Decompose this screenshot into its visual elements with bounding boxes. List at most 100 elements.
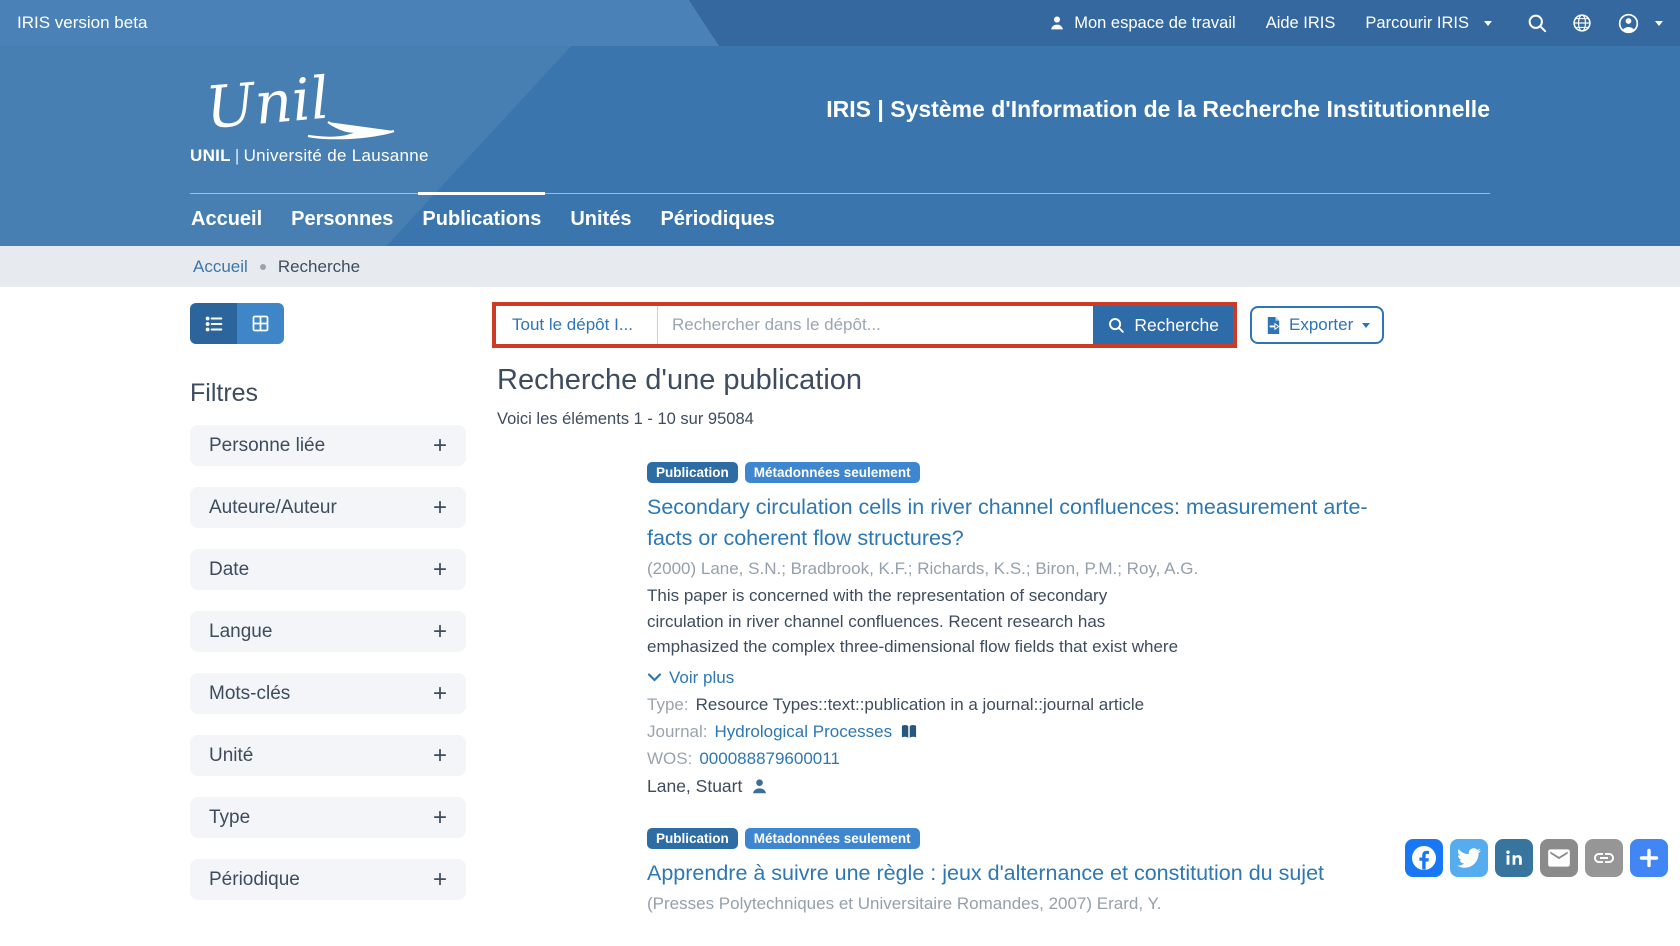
search-icon: [1526, 12, 1549, 35]
wos-field: WOS: 000088879600011: [647, 749, 1492, 769]
email-share-button[interactable]: [1540, 839, 1578, 877]
search-scope-select[interactable]: Tout le dépôt I...: [496, 306, 658, 344]
journal-link[interactable]: Hydrological Processes: [714, 722, 892, 742]
list-icon: [203, 313, 225, 335]
plus-icon: +: [433, 742, 447, 770]
copy-link-share-button[interactable]: [1585, 839, 1623, 877]
export-button[interactable]: Exporter: [1250, 306, 1384, 344]
share-bar: [1405, 839, 1668, 877]
publication-badge: Publication: [647, 462, 738, 483]
filter-type[interactable]: Type+: [190, 797, 466, 838]
plus-icon: +: [433, 494, 447, 522]
type-value: Resource Types::text::publication in a j…: [696, 695, 1145, 715]
plus-icon: [1637, 846, 1661, 870]
grid-icon: [250, 313, 271, 334]
workspace-label: Mon espace de travail: [1074, 14, 1235, 33]
site-header: Unil UNIL|Université de Lausanne IRIS | …: [0, 46, 1680, 246]
journal-field: Journal: Hydrological Processes: [647, 722, 1492, 742]
nav-unites[interactable]: Unités: [569, 208, 632, 231]
file-export-icon: [1264, 316, 1283, 335]
filter-personne-liee[interactable]: Personne liée+: [190, 425, 466, 466]
breadcrumb-current: Recherche: [278, 257, 360, 277]
nav-publications[interactable]: Publications: [421, 208, 542, 231]
result-item: Publication Métadonnées seulement Second…: [647, 462, 1492, 797]
filter-auteure-auteur[interactable]: Auteure/Auteur+: [190, 487, 466, 528]
breadcrumb-home[interactable]: Accueil: [193, 257, 248, 277]
filter-list: Personne liée+ Auteure/Auteur+ Date+ Lan…: [190, 425, 466, 900]
chevron-down-icon: [1484, 21, 1492, 26]
result-abstract: This paper is concerned with the represe…: [647, 583, 1492, 660]
plus-icon: +: [433, 432, 447, 460]
type-label: Type:: [647, 695, 689, 715]
result-badges: Publication Métadonnées seulement: [647, 828, 1492, 849]
filter-unite[interactable]: Unité+: [190, 735, 466, 776]
svg-text:Unil: Unil: [203, 64, 332, 142]
chevron-down-icon: [1655, 21, 1663, 26]
page-title: Recherche d'une publication: [497, 364, 1492, 397]
linkedin-share-button[interactable]: [1495, 839, 1533, 877]
link-icon: [1592, 846, 1616, 870]
book-icon: [899, 723, 919, 741]
nav-periodiques[interactable]: Périodiques: [659, 208, 775, 231]
iris-app: IRIS version beta Mon espace de travail …: [0, 0, 1680, 946]
wos-label: WOS:: [647, 749, 692, 769]
grid-view-button[interactable]: [237, 303, 284, 344]
list-view-button[interactable]: [190, 303, 237, 344]
browse-label: Parcourir IRIS: [1365, 14, 1469, 33]
metadata-only-badge: Métadonnées seulement: [745, 462, 920, 483]
plus-icon: +: [433, 866, 447, 894]
filter-mots-cles[interactable]: Mots-clés+: [190, 673, 466, 714]
search-input[interactable]: [658, 306, 1093, 344]
more-share-button[interactable]: [1630, 839, 1668, 877]
globe-icon: [1571, 12, 1593, 34]
facebook-icon: [1409, 843, 1439, 873]
chevron-down-icon: [1362, 323, 1370, 328]
help-link[interactable]: Aide IRIS: [1266, 14, 1336, 33]
see-more-link[interactable]: Voir plus: [647, 668, 1492, 688]
linkedin-icon: [1502, 846, 1526, 870]
search-icon: [1107, 316, 1126, 335]
account-menu[interactable]: [1617, 12, 1663, 35]
results-summary: Voici les éléments 1 - 10 sur 95084: [497, 410, 1492, 429]
result-badges: Publication Métadonnées seulement: [647, 462, 1492, 483]
wos-link[interactable]: 000088879600011: [699, 749, 840, 769]
unil-logo-script: Unil: [190, 64, 420, 150]
result-item: Publication Métadonnées seulement Appren…: [647, 828, 1492, 914]
journal-label: Journal:: [647, 722, 707, 742]
filter-langue[interactable]: Langue+: [190, 611, 466, 652]
browse-menu[interactable]: Parcourir IRIS: [1365, 14, 1492, 33]
search-toggle-button[interactable]: [1526, 12, 1549, 35]
plus-icon: +: [433, 618, 447, 646]
breadcrumb-separator: [260, 264, 266, 270]
email-icon: [1546, 845, 1572, 871]
metadata-only-badge: Métadonnées seulement: [745, 828, 920, 849]
plus-icon: +: [433, 804, 447, 832]
plus-icon: +: [433, 556, 447, 584]
facebook-share-button[interactable]: [1405, 839, 1443, 877]
avatar-icon: [1617, 12, 1640, 35]
person-icon: [750, 777, 769, 796]
result-title-link[interactable]: Apprendre à suivre une règle : jeux d'al…: [647, 858, 1492, 889]
filter-periodique[interactable]: Périodique+: [190, 859, 466, 900]
language-button[interactable]: [1571, 12, 1593, 34]
unil-logo[interactable]: Unil UNIL|Université de Lausanne: [190, 64, 429, 166]
workspace-link[interactable]: Mon espace de travail: [1048, 14, 1235, 33]
filters-title: Filtres: [190, 379, 466, 408]
breadcrumb: Accueil Recherche: [0, 246, 1680, 287]
main-content: Tout le dépôt I... Recherche Exporter Re…: [492, 302, 1492, 914]
plus-icon: +: [433, 680, 447, 708]
result-authors: (Presses Polytechniques et Universitaire…: [647, 894, 1492, 914]
nav-accueil[interactable]: Accueil: [190, 208, 263, 231]
author-profile-link[interactable]: Lane, Stuart: [647, 776, 1492, 797]
nav-personnes[interactable]: Personnes: [290, 208, 394, 231]
search-button[interactable]: Recherche: [1093, 306, 1233, 344]
main-nav: Accueil Personnes Publications Unités Pé…: [190, 193, 1490, 231]
result-authors: (2000) Lane, S.N.; Bradbrook, K.F.; Rich…: [647, 559, 1492, 579]
unil-logo-subtitle: UNIL|Université de Lausanne: [190, 146, 429, 166]
chevron-down-icon: [647, 672, 662, 683]
filter-date[interactable]: Date+: [190, 549, 466, 590]
search-bar-highlighted: Tout le dépôt I... Recherche: [492, 302, 1237, 348]
twitter-share-button[interactable]: [1450, 839, 1488, 877]
result-title-link[interactable]: Secondary circulation cells in river cha…: [647, 492, 1492, 554]
top-bar: IRIS version beta Mon espace de travail …: [0, 0, 1680, 46]
